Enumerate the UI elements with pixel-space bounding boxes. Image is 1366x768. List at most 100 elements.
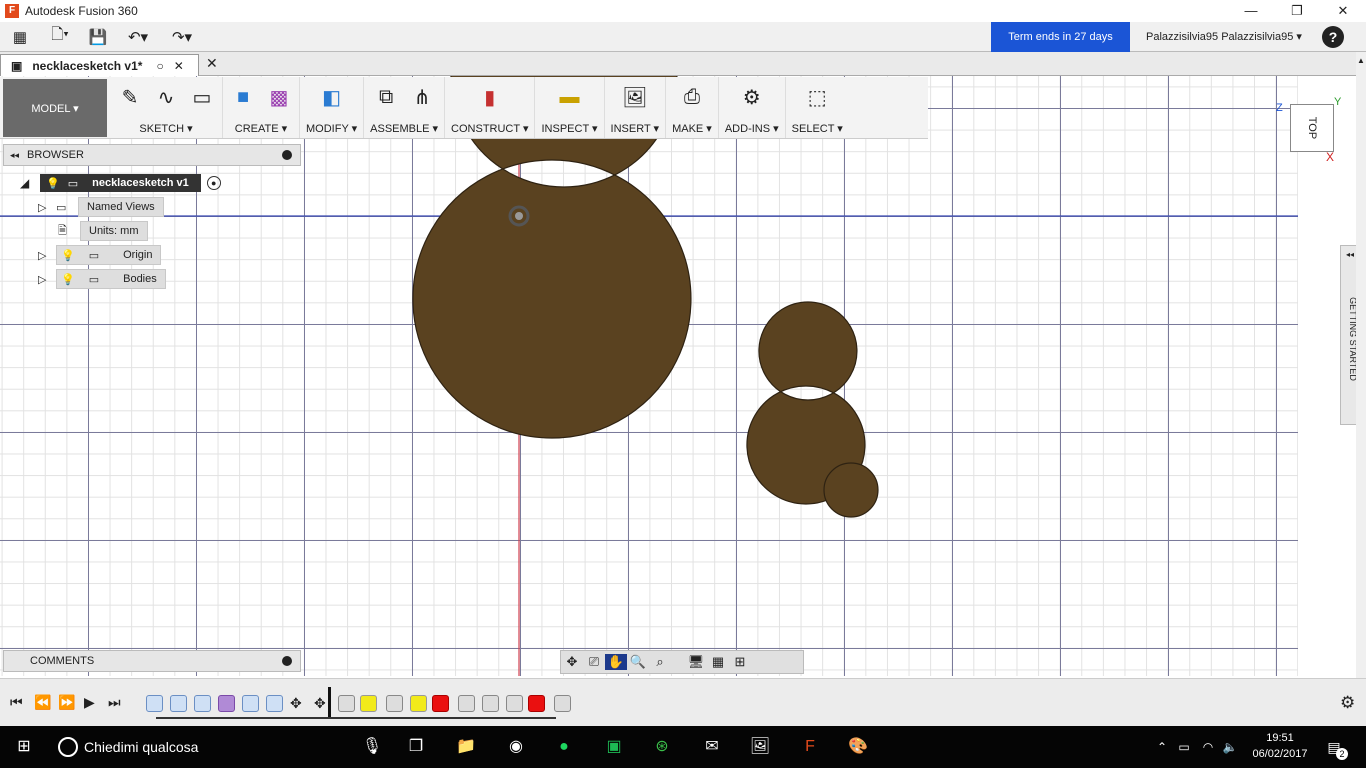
- expand-panel-icon[interactable]: ◂◂: [1346, 250, 1354, 259]
- clock-time[interactable]: 19:51: [1250, 732, 1310, 744]
- redo-button[interactable]: ↷▾: [160, 24, 204, 50]
- select-group[interactable]: ⬚ SELECT ▾: [786, 77, 849, 138]
- construct-group[interactable]: ▮ CONSTRUCT ▾: [445, 77, 536, 138]
- maximize-button[interactable]: ❐: [1274, 0, 1320, 22]
- windows-start-icon[interactable]: ⊞: [12, 736, 36, 758]
- timeline-feature[interactable]: [194, 695, 211, 712]
- offset-plane-icon[interactable]: ▮: [476, 83, 504, 111]
- timeline-feature[interactable]: [432, 695, 449, 712]
- collapse-panel-icon[interactable]: ◂◂: [10, 150, 19, 161]
- assemble-menu-label[interactable]: ASSEMBLE ▾: [370, 122, 438, 135]
- form-icon[interactable]: ▩: [265, 83, 293, 111]
- tab-close-icon[interactable]: ✕: [174, 59, 184, 73]
- viewports-icon[interactable]: ⊞: [729, 654, 751, 670]
- go-to-end-icon[interactable]: ⏭: [108, 694, 121, 711]
- help-icon[interactable]: ?: [1322, 26, 1344, 48]
- vertical-scrollbar[interactable]: ▲: [1356, 52, 1366, 678]
- modify-menu-label[interactable]: MODIFY ▾: [306, 122, 357, 135]
- bail-loop-body[interactable]: [823, 462, 879, 518]
- fusion-taskbar-icon[interactable]: F: [798, 736, 822, 758]
- volume-icon[interactable]: 🔈: [1218, 736, 1242, 758]
- step-forward-icon[interactable]: ▶: [84, 694, 95, 711]
- fit-icon[interactable]: ⌕: [649, 654, 671, 670]
- cortana-search-box[interactable]: Chiedimi qualcosa: [84, 739, 198, 755]
- sketch-menu-label[interactable]: SKETCH ▾: [139, 122, 192, 135]
- pan-icon[interactable]: ✋: [605, 654, 627, 670]
- make-menu-label[interactable]: MAKE ▾: [672, 122, 712, 135]
- press-pull-icon[interactable]: ◧: [318, 83, 346, 111]
- visibility-bulb-icon[interactable]: 💡: [46, 177, 60, 190]
- modify-group[interactable]: ◧ MODIFY ▾: [300, 77, 365, 138]
- timeline-feature[interactable]: [218, 695, 235, 712]
- create-menu-label[interactable]: CREATE ▾: [235, 122, 287, 135]
- comments-header[interactable]: COMMENTS: [3, 650, 301, 672]
- expand-root-icon[interactable]: ◢: [20, 176, 40, 190]
- timeline-marker[interactable]: [328, 687, 338, 717]
- browser-units-row[interactable]: 🗎 Units: mm: [58, 221, 148, 241]
- timeline-feature[interactable]: [482, 695, 499, 712]
- timeline-feature[interactable]: [386, 695, 403, 712]
- root-component[interactable]: 💡 ▭ necklacesketch v1: [40, 174, 201, 192]
- inspect-menu-label[interactable]: INSPECT ▾: [541, 122, 597, 135]
- addins-menu-label[interactable]: ADD-INS ▾: [725, 122, 779, 135]
- origin-item[interactable]: 💡 ▭ Origin: [56, 245, 162, 265]
- minimize-button[interactable]: —: [1228, 0, 1274, 22]
- chrome-icon[interactable]: ◉: [504, 736, 528, 758]
- construct-menu-label[interactable]: CONSTRUCT ▾: [451, 122, 528, 135]
- paint-app-icon[interactable]: 🎨: [846, 736, 870, 758]
- user-menu[interactable]: Palazzisilvia95 Palazzisilvia95 ▾: [1146, 22, 1302, 52]
- file-explorer-icon[interactable]: 📁: [454, 736, 478, 758]
- timeline-feature[interactable]: [338, 695, 355, 712]
- insert-menu-label[interactable]: INSERT ▾: [611, 122, 660, 135]
- design-canvas[interactable]: [0, 76, 1298, 676]
- browser-header[interactable]: ◂◂ BROWSER: [3, 144, 301, 166]
- add-comment-icon[interactable]: [282, 656, 292, 666]
- insert-image-icon[interactable]: 🖼: [621, 83, 649, 111]
- term-notice-button[interactable]: Term ends in 27 days: [991, 22, 1130, 52]
- look-at-icon[interactable]: ⎚: [583, 654, 605, 670]
- scripts-icon[interactable]: ⚙: [738, 83, 766, 111]
- spline-icon[interactable]: ∿: [152, 83, 180, 111]
- timeline-feature[interactable]: [360, 695, 377, 712]
- inspect-group[interactable]: ▬ INSPECT ▾: [535, 77, 605, 138]
- timeline-feature[interactable]: [528, 695, 545, 712]
- zoom-icon[interactable]: 🔍: [627, 654, 649, 670]
- create-sketch-icon[interactable]: ✎: [116, 83, 144, 111]
- timeline-feature[interactable]: [554, 695, 571, 712]
- microphone-icon[interactable]: 🎙: [360, 736, 384, 758]
- browser-root-row[interactable]: ◢ 💡 ▭ necklacesketch v1 ●: [20, 173, 221, 193]
- task-view-icon[interactable]: ❐: [404, 736, 428, 758]
- save-icon[interactable]: 💾: [80, 24, 116, 50]
- display-settings-icon[interactable]: 🖥: [685, 654, 707, 670]
- stop-sketch-icon[interactable]: ▭: [188, 83, 216, 111]
- select-menu-label[interactable]: SELECT ▾: [792, 122, 843, 135]
- move-feature-icon[interactable]: ✥: [314, 695, 326, 712]
- addins-group[interactable]: ⚙ ADD-INS ▾: [719, 77, 786, 138]
- show-hidden-icons-chevron-icon[interactable]: ⌃: [1150, 736, 1174, 758]
- insert-group[interactable]: 🖼 INSERT ▾: [605, 77, 667, 138]
- battery-icon[interactable]: ▭: [1172, 736, 1196, 758]
- browser-named-views-row[interactable]: ▷ ▭ Named Views: [38, 197, 164, 217]
- visibility-off-bulb-icon[interactable]: 💡: [61, 249, 75, 262]
- activate-radio-icon[interactable]: ●: [206, 176, 221, 190]
- box-icon[interactable]: ■: [229, 83, 257, 111]
- move-feature-icon[interactable]: ✥: [290, 695, 302, 712]
- timeline-feature[interactable]: [506, 695, 523, 712]
- 3d-print-icon[interactable]: ⎙: [678, 83, 706, 111]
- timeline-feature[interactable]: [266, 695, 283, 712]
- grid-settings-icon[interactable]: ▦: [707, 654, 729, 670]
- clock-date[interactable]: 06/02/2017: [1245, 748, 1315, 760]
- timeline-settings-gear-icon[interactable]: ⚙: [1340, 693, 1355, 713]
- orbit-icon[interactable]: ✥: [561, 654, 583, 670]
- timeline-feature[interactable]: [410, 695, 427, 712]
- make-group[interactable]: ⎙ MAKE ▾: [666, 77, 719, 138]
- assemble-group[interactable]: ⧉ ⋔ ASSEMBLE ▾: [364, 77, 446, 138]
- browser-minimize-icon[interactable]: [282, 150, 292, 160]
- go-to-start-icon[interactable]: ⏮: [10, 694, 23, 711]
- browser-origin-row[interactable]: ▷ 💡 ▭ Origin: [38, 245, 162, 265]
- view-cube-face[interactable]: TOP: [1306, 117, 1318, 139]
- bodies-item[interactable]: 💡 ▭ Bodies: [56, 269, 166, 289]
- joint-icon[interactable]: ⋔: [408, 83, 436, 111]
- document-tab[interactable]: ▣ necklacesketch v1* ○ ✕: [0, 54, 199, 76]
- browser-bodies-row[interactable]: ▷ 💡 ▭ Bodies: [38, 269, 166, 289]
